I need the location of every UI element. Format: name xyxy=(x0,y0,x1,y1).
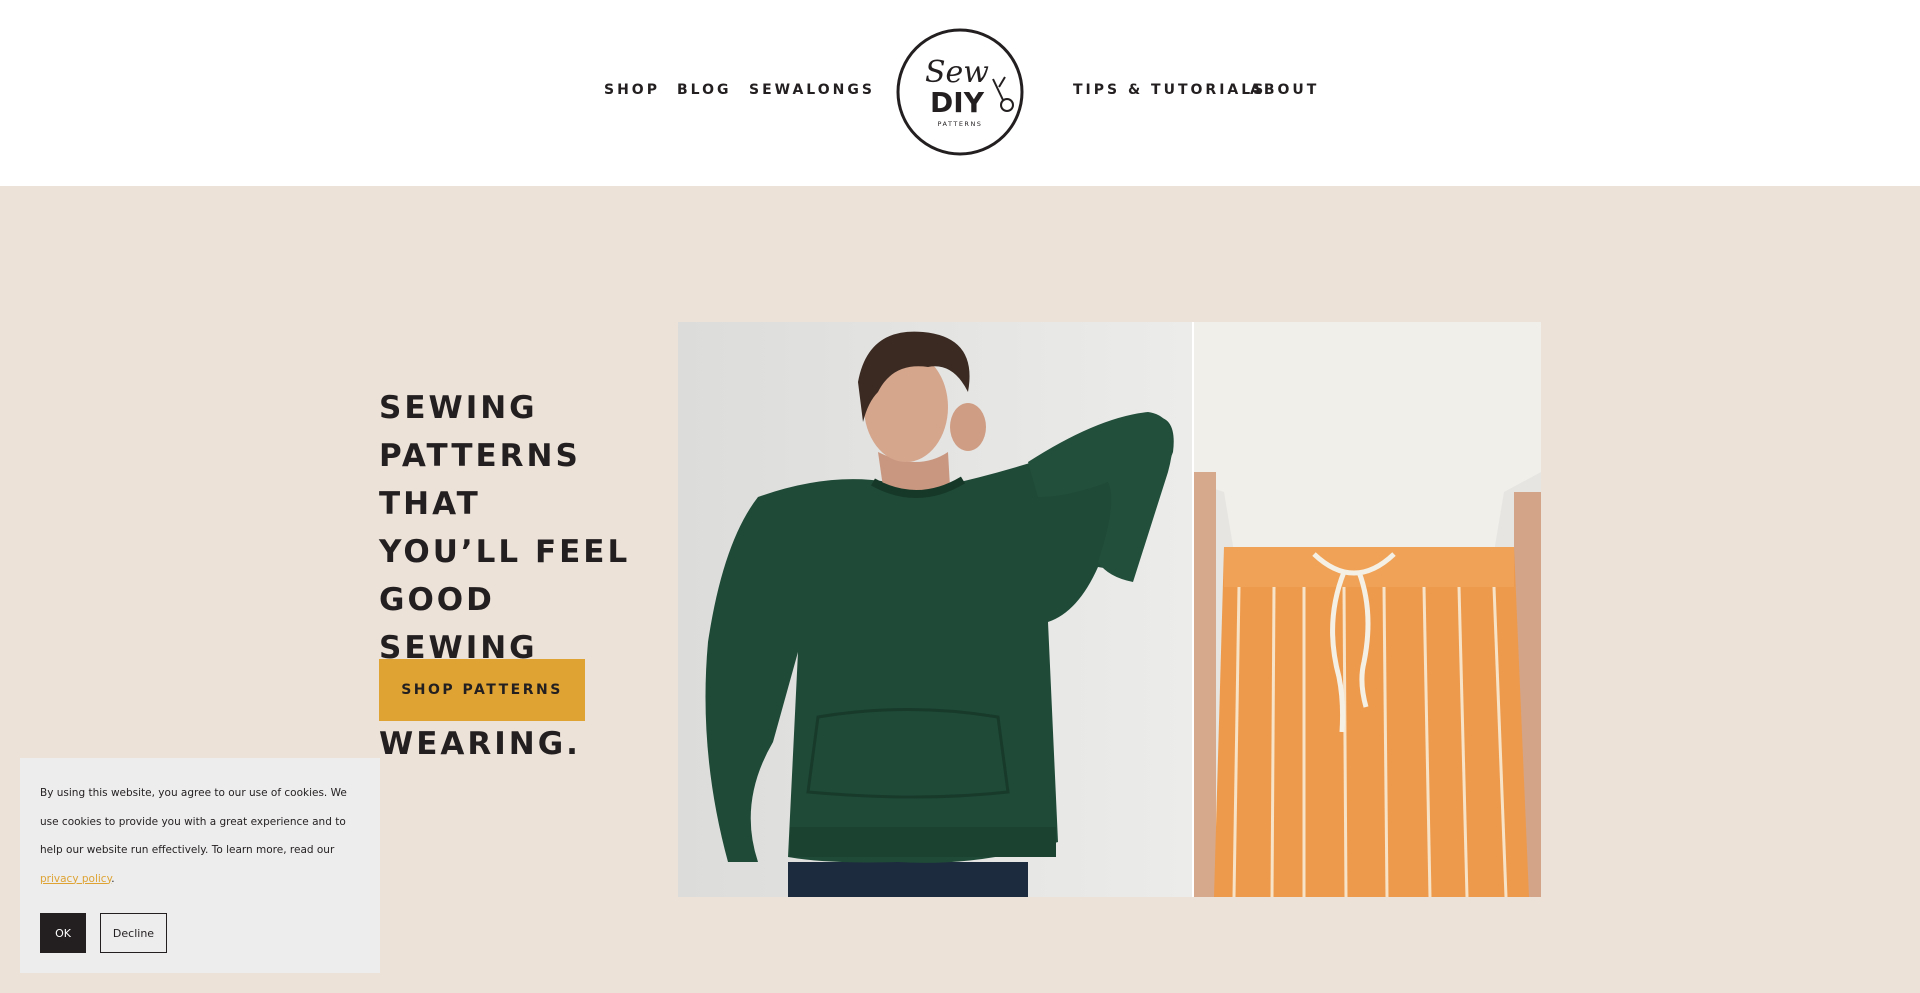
nav-link-tips-tutorials[interactable]: TIPS & TUTORIALS xyxy=(1073,82,1266,98)
cookie-message-period: . xyxy=(111,872,115,885)
headline-line: GOOD SEWING xyxy=(379,582,538,666)
site-header: SHOP BLOG SEWALONGS Sew DIY PATTERNS TIP… xyxy=(0,0,1920,186)
shop-patterns-button[interactable]: SHOP PATTERNS xyxy=(379,659,585,721)
scissors-icon xyxy=(992,76,1014,112)
cookie-decline-button[interactable]: Decline xyxy=(100,913,167,953)
nav-link-sewalongs[interactable]: SEWALONGS xyxy=(749,82,875,98)
hero-photo-sweatshirt xyxy=(678,322,1192,897)
nav-link-about[interactable]: ABOUT xyxy=(1250,82,1319,98)
logo-line-patterns: PATTERNS xyxy=(938,120,983,128)
headline-line: SEWING xyxy=(379,390,538,426)
hero-photo-skirt xyxy=(1194,322,1541,897)
cookie-message: By using this website, you agree to our … xyxy=(40,779,365,893)
cookie-ok-button[interactable]: OK xyxy=(40,913,86,953)
privacy-policy-link[interactable]: privacy policy xyxy=(40,873,111,885)
headline-line: YOU’LL FEEL xyxy=(379,534,631,570)
cookie-message-text: By using this website, you agree to our … xyxy=(40,787,347,856)
nav-link-shop[interactable]: SHOP xyxy=(604,82,660,98)
logo-line-sew: Sew xyxy=(925,55,989,90)
cookie-banner: By using this website, you agree to our … xyxy=(20,758,380,973)
site-logo[interactable]: Sew DIY PATTERNS xyxy=(895,27,1025,157)
headline-line: PATTERNS THAT xyxy=(379,438,581,522)
logo-line-diy: DIY xyxy=(930,86,985,119)
nav-link-blog[interactable]: BLOG xyxy=(677,82,732,98)
logo-badge-icon: Sew DIY PATTERNS xyxy=(896,28,1024,156)
